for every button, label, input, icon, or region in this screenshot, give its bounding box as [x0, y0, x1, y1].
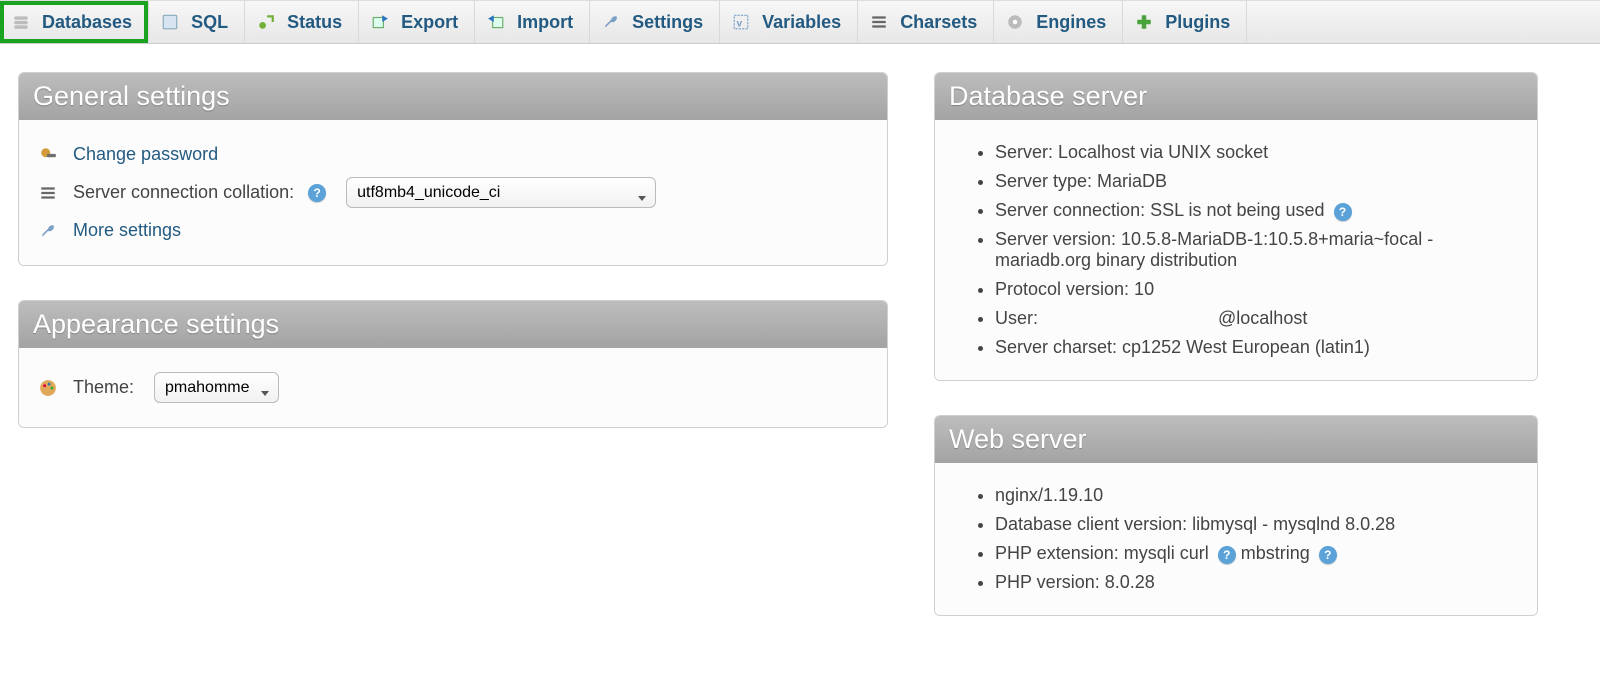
list-item: nginx/1.19.10 [995, 481, 1517, 510]
tab-label: Variables [762, 12, 841, 33]
tab-label: Plugins [1165, 12, 1230, 33]
db-server-list: Server: Localhost via UNIX socketServer … [955, 138, 1517, 362]
wrench-icon [39, 222, 57, 240]
tab-label: Engines [1036, 12, 1106, 33]
list-item: User:@localhost [995, 304, 1517, 333]
general-settings-panel: General settings Change password Server … [18, 72, 888, 266]
collation-icon [39, 184, 57, 202]
appearance-settings-title: Appearance settings [19, 301, 887, 348]
export-icon [371, 13, 389, 31]
settings-icon [602, 13, 620, 31]
tab-plugins[interactable]: Plugins [1123, 1, 1247, 43]
left-column: General settings Change password Server … [18, 72, 888, 462]
more-settings-link[interactable]: More settings [73, 220, 181, 241]
tab-import[interactable]: Import [475, 1, 590, 43]
list-item: Protocol version: 10 [995, 275, 1517, 304]
list-item: Server connection: SSL is not being used… [995, 196, 1517, 225]
help-icon[interactable]: ? [1218, 546, 1236, 564]
help-icon[interactable]: ? [1319, 546, 1337, 564]
list-item: Database client version: libmysql - mysq… [995, 510, 1517, 539]
engines-icon [1006, 13, 1024, 31]
page-body: General settings Change password Server … [0, 44, 1600, 668]
palette-icon [39, 379, 57, 397]
tab-variables[interactable]: v Variables [720, 1, 858, 43]
collation-label: Server connection collation: [73, 182, 294, 203]
import-icon [487, 13, 505, 31]
tab-label: Settings [632, 12, 703, 33]
help-icon[interactable]: ? [308, 184, 326, 202]
right-column: Database server Server: Localhost via UN… [934, 72, 1538, 650]
list-item: Server type: MariaDB [995, 167, 1517, 196]
collation-select[interactable]: utf8mb4_unicode_ci [346, 177, 656, 208]
tab-settings[interactable]: Settings [590, 1, 720, 43]
list-item: Server charset: cp1252 West European (la… [995, 333, 1517, 362]
db-icon [12, 13, 30, 31]
charsets-icon [870, 13, 888, 31]
tab-sql[interactable]: SQL [149, 1, 245, 43]
web-server-list: nginx/1.19.10Database client version: li… [955, 481, 1517, 597]
plugins-icon [1135, 13, 1153, 31]
general-settings-title: General settings [19, 73, 887, 120]
tab-label: Export [401, 12, 458, 33]
tab-label: Import [517, 12, 573, 33]
db-server-title: Database server [935, 73, 1537, 120]
top-tabs: Databases SQL Status Export Import Settings v V… [0, 0, 1600, 44]
help-icon[interactable]: ? [1334, 203, 1352, 221]
list-item: Server version: 10.5.8-MariaDB-1:10.5.8+… [995, 225, 1517, 275]
list-item: PHP version: 8.0.28 [995, 568, 1517, 597]
list-item: PHP extension: mysqli curl ? mbstring ? [995, 539, 1517, 568]
variables-icon: v [732, 13, 750, 31]
tab-charsets[interactable]: Charsets [858, 1, 994, 43]
status-icon [257, 13, 275, 31]
list-item: Server: Localhost via UNIX socket [995, 138, 1517, 167]
web-server-panel: Web server nginx/1.19.10Database client … [934, 415, 1538, 616]
web-server-title: Web server [935, 416, 1537, 463]
theme-select[interactable]: pmahomme [154, 372, 279, 403]
tab-label: Databases [42, 12, 132, 33]
change-password-icon [39, 146, 57, 164]
tab-engines[interactable]: Engines [994, 1, 1123, 43]
sql-icon [161, 13, 179, 31]
tab-label: Charsets [900, 12, 977, 33]
tab-export[interactable]: Export [359, 1, 475, 43]
svg-text:v: v [737, 19, 743, 30]
tab-label: Status [287, 12, 342, 33]
appearance-settings-panel: Appearance settings Theme: pmahomme [18, 300, 888, 428]
change-password-link[interactable]: Change password [73, 144, 218, 165]
db-server-panel: Database server Server: Localhost via UN… [934, 72, 1538, 381]
tab-databases[interactable]: Databases [0, 1, 149, 43]
theme-label: Theme: [73, 377, 134, 398]
tab-status[interactable]: Status [245, 1, 359, 43]
tab-label: SQL [191, 12, 228, 33]
